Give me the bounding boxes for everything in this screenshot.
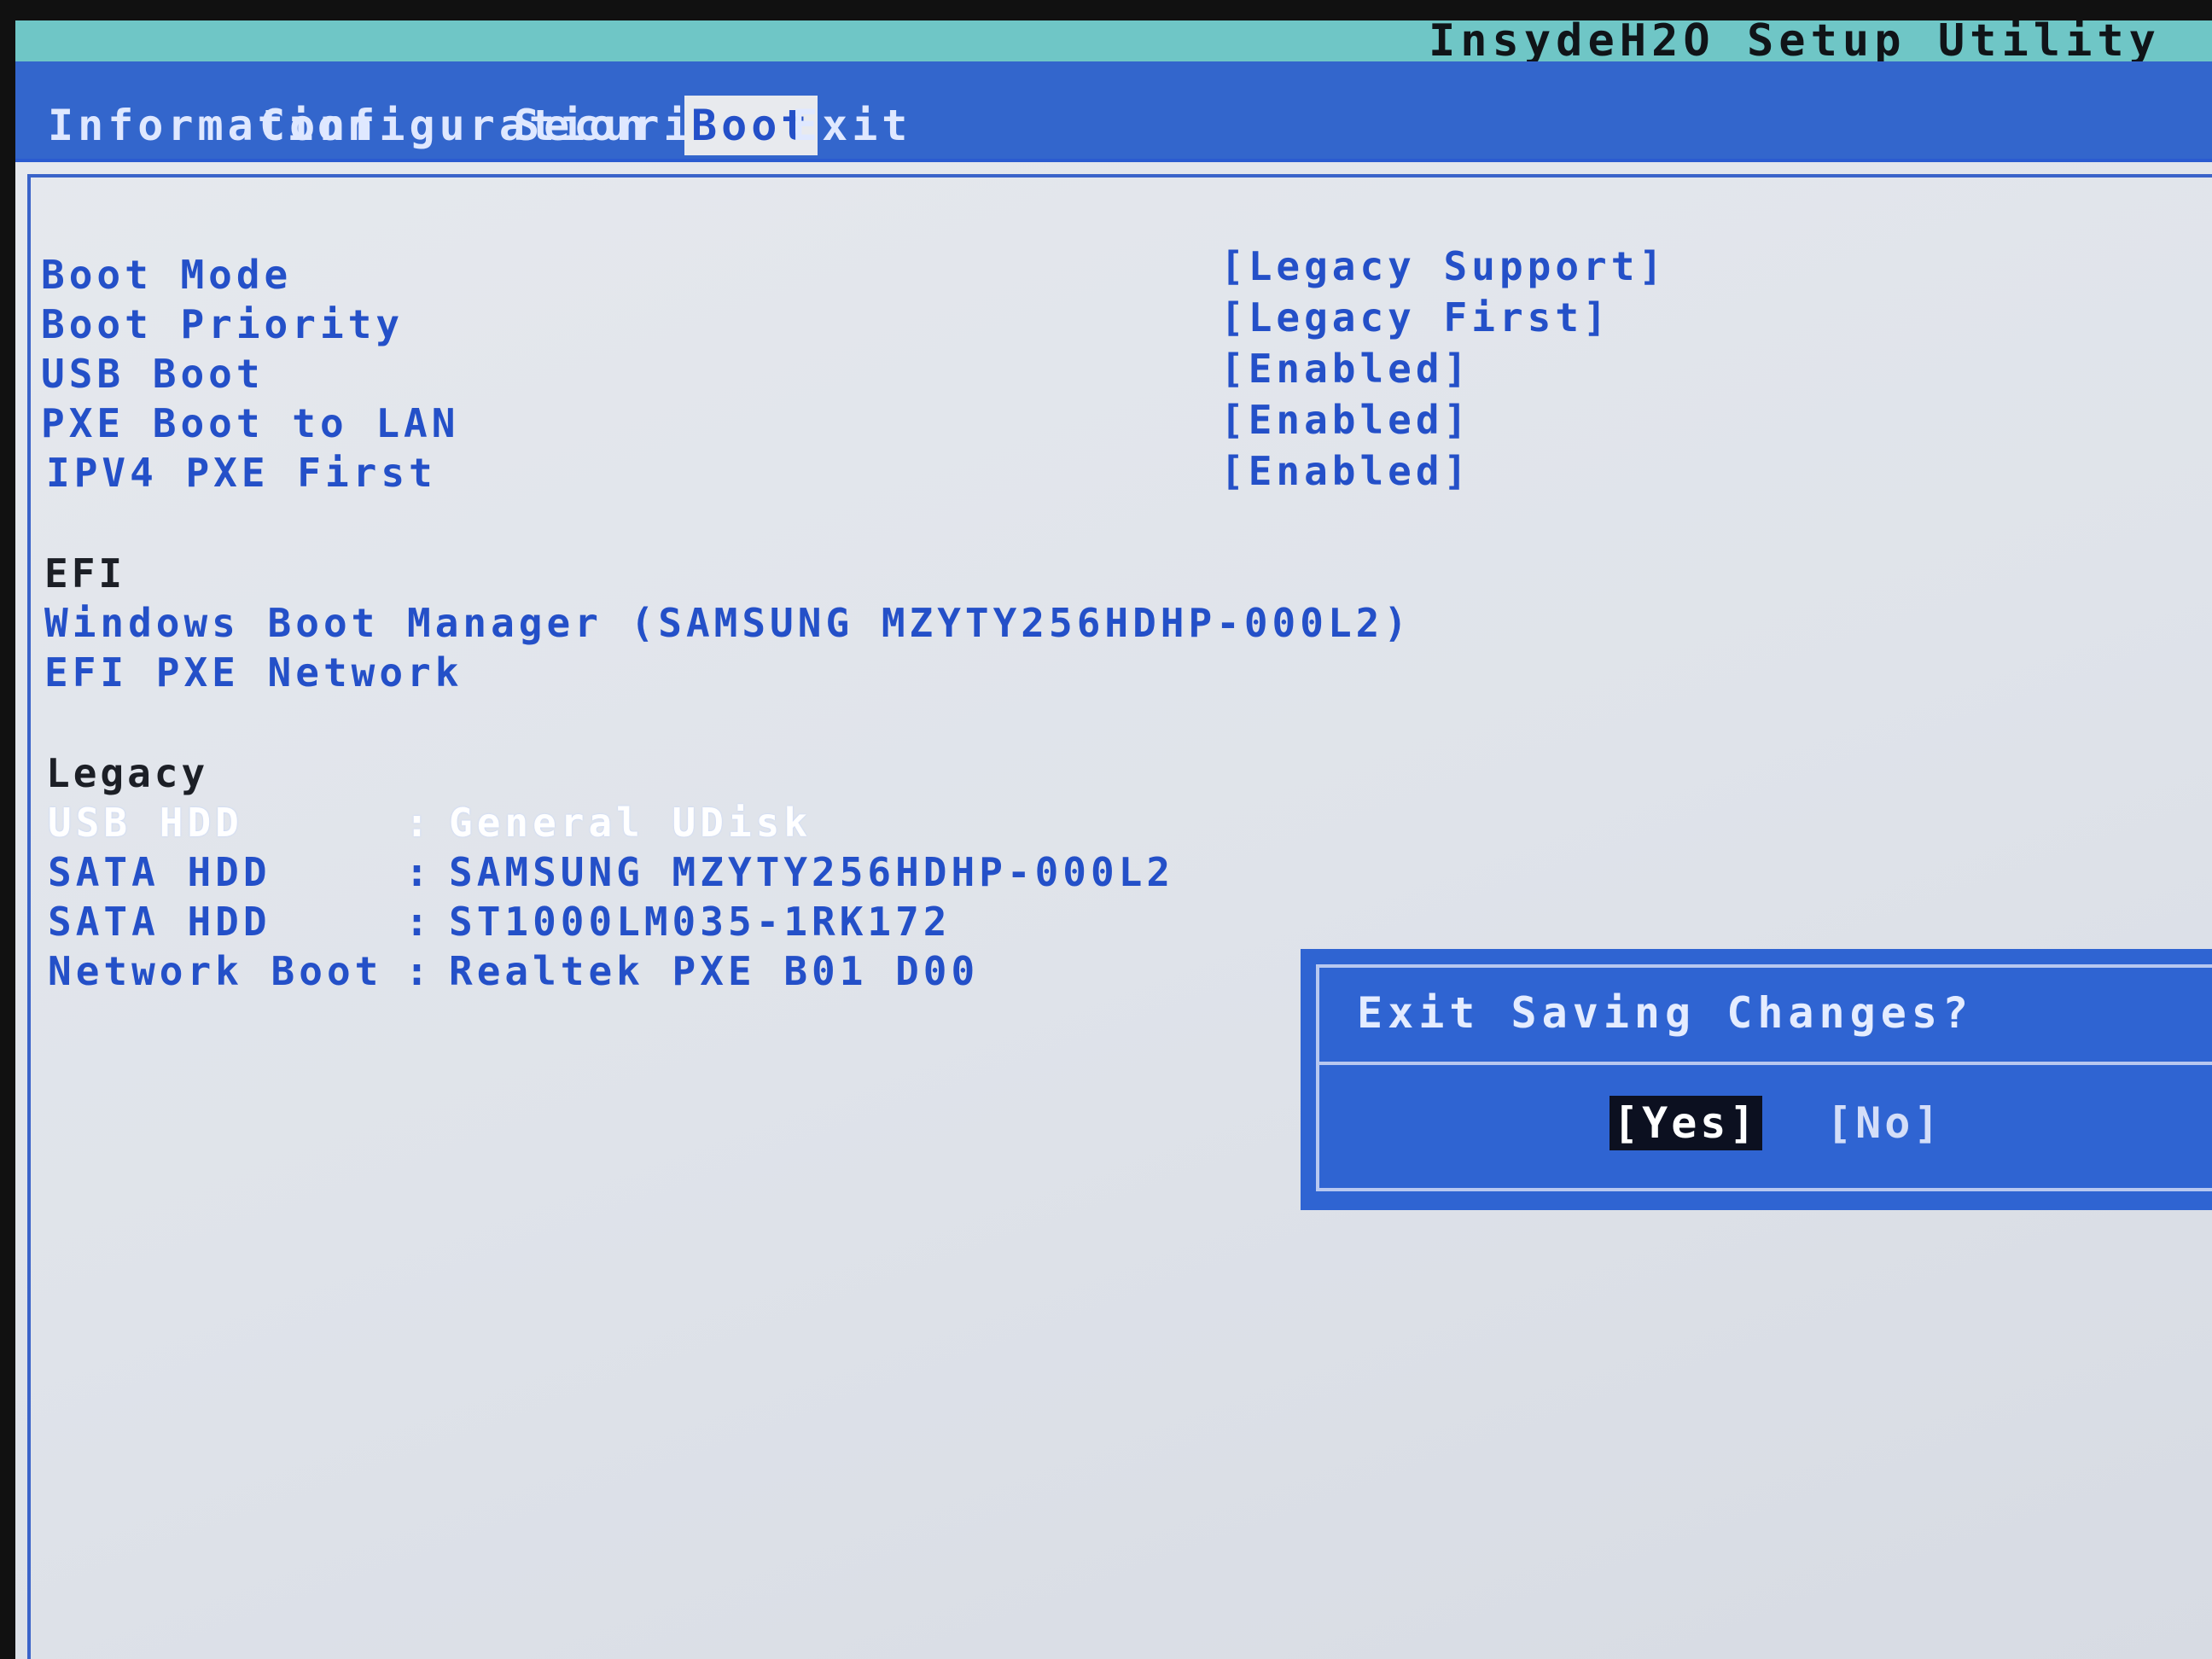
legacy-separator: : [405, 800, 434, 846]
exit-saving-dialog: Exit Saving Changes? [Yes] [No] [1301, 949, 2212, 1210]
setting-label-boot-priority[interactable]: Boot Priority [41, 300, 404, 348]
efi-item-windows-boot-manager[interactable]: Windows Boot Manager (SAMSUNG MZYTY256HD… [44, 599, 1412, 647]
yes-button[interactable]: [Yes] [1610, 1096, 1762, 1150]
setting-value-usb-boot[interactable]: [Enabled] [1220, 345, 1471, 393]
legacy-item-sata-hdd-1[interactable]: SATA HDD: SAMSUNG MZYTY256HDHP-000L2 [48, 848, 1174, 896]
bios-screen: InsydeH2O Setup Utility Information Conf… [15, 20, 2212, 1659]
dialog-title: Exit Saving Changes? [1357, 988, 1974, 1038]
setting-value-pxe-boot-to-lan[interactable]: [Enabled] [1220, 396, 1471, 444]
no-button[interactable]: [No] [1823, 1096, 1946, 1150]
efi-heading: EFI [44, 550, 126, 597]
legacy-device-type: Network Boot [48, 948, 383, 994]
setting-value-ipv4-pxe-first[interactable]: [Enabled] [1220, 447, 1471, 495]
legacy-device-type: USB HDD [48, 800, 243, 846]
menu-bar: Information Configuration Security Boot … [15, 61, 2212, 162]
dialog-divider [1319, 1062, 2212, 1065]
legacy-device-name: ST1000LM035-1RK172 [449, 899, 952, 945]
setting-label-ipv4-pxe-first[interactable]: IPV4 PXE First [46, 449, 437, 497]
setting-label-usb-boot[interactable]: USB Boot [41, 350, 265, 398]
menu-divider [15, 159, 2212, 162]
legacy-device-type: SATA HDD [48, 899, 271, 945]
legacy-device-type: SATA HDD [48, 849, 271, 895]
legacy-separator: : [405, 948, 434, 994]
legacy-device-name: Realtek PXE B01 D00 [449, 948, 980, 994]
legacy-device-name: General UDisk [449, 800, 812, 846]
dialog-frame: Exit Saving Changes? [Yes] [No] [1316, 964, 2212, 1191]
legacy-separator: : [405, 849, 434, 895]
legacy-item-network-boot[interactable]: Network Boot: Realtek PXE B01 D00 [48, 947, 979, 995]
setting-value-boot-priority[interactable]: [Legacy First] [1220, 294, 1611, 341]
app-title: InsydeH2O Setup Utility [1428, 20, 2161, 67]
legacy-separator: : [405, 899, 434, 945]
legacy-item-sata-hdd-2[interactable]: SATA HDD: ST1000LM035-1RK172 [48, 898, 952, 946]
legacy-device-name: SAMSUNG MZYTY256HDHP-000L2 [449, 849, 1175, 895]
legacy-heading: Legacy [46, 750, 209, 796]
setting-value-boot-mode[interactable]: [Legacy Support] [1220, 242, 1667, 290]
legacy-item-usb-hdd[interactable]: USB HDD: General UDisk [48, 799, 812, 847]
setting-label-pxe-boot-to-lan[interactable]: PXE Boot to LAN [41, 399, 459, 447]
title-bar: InsydeH2O Setup Utility [15, 20, 2212, 67]
setting-label-boot-mode[interactable]: Boot Mode [41, 251, 292, 299]
tab-exit[interactable]: Exit [785, 96, 918, 155]
efi-item-pxe-network[interactable]: EFI PXE Network [44, 649, 463, 696]
